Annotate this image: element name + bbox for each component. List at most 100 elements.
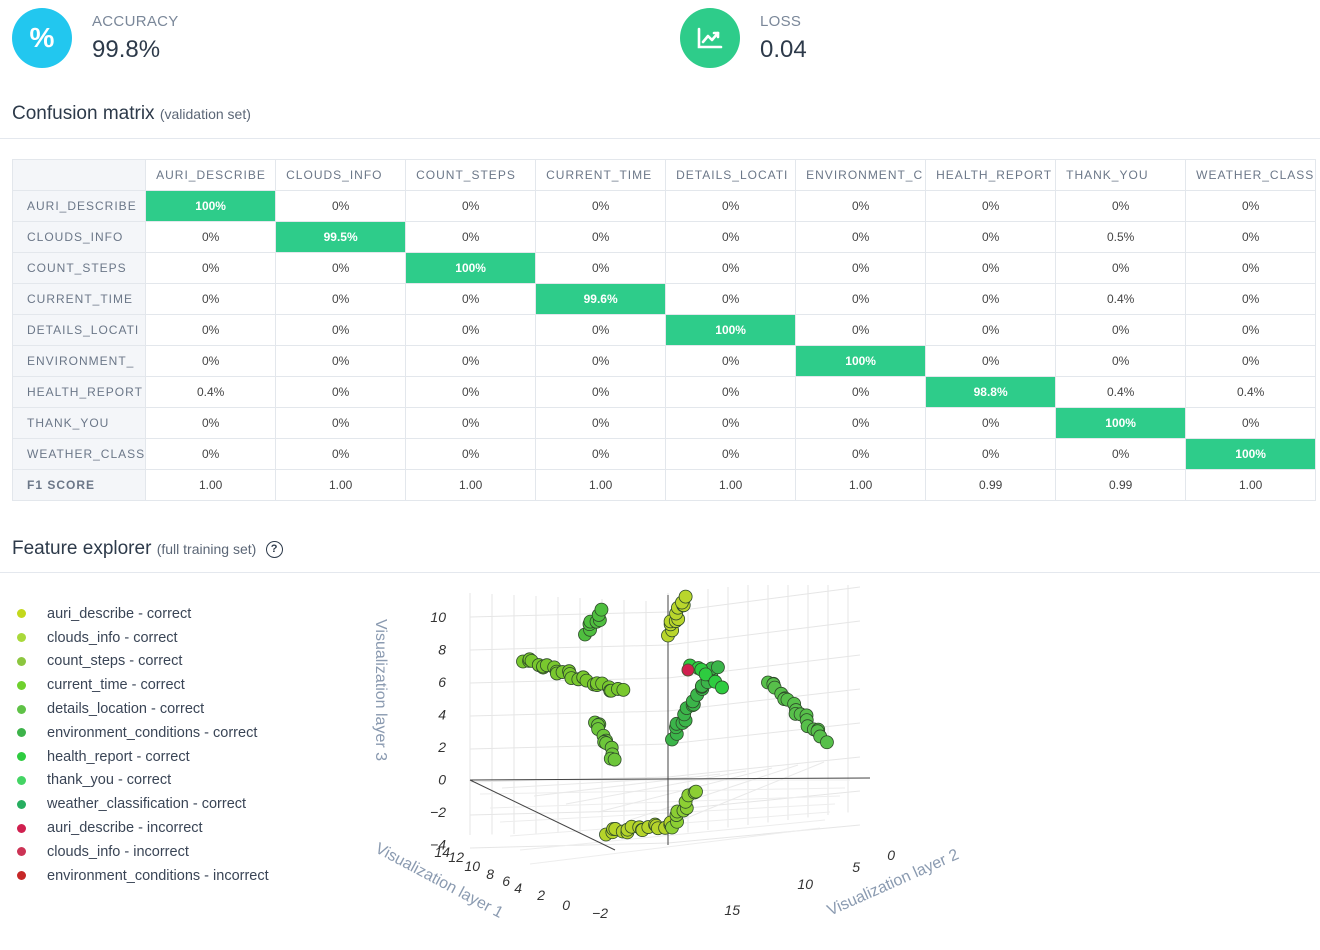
scatter-point: [616, 682, 631, 697]
matrix-cell: 0%: [1185, 221, 1317, 253]
confusion-title: Confusion matrix (validation set): [12, 103, 251, 125]
matrix-cell: 0%: [145, 252, 277, 284]
matrix-cell: 0%: [925, 345, 1057, 377]
matrix-cell: 0.4%: [1185, 376, 1317, 408]
table-row: HEALTH_REPORT 0.4% 0% 0% 0% 0% 0% 98.8% 0.4% 0.4%: [11, 376, 1317, 408]
feature-subtitle: (full training set): [156, 541, 257, 557]
matrix-cell: 0%: [275, 376, 407, 408]
matrix-cell: 0%: [1185, 283, 1317, 315]
confusion-subtitle: (validation set): [159, 106, 251, 122]
legend-item[interactable]: clouds_info - incorrect: [17, 840, 269, 864]
grid-line: [469, 743, 669, 750]
column-header: THANK_YOU: [1055, 159, 1187, 191]
legend-item[interactable]: auri_describe - correct: [17, 602, 269, 626]
f1-cell: 1.00: [405, 469, 537, 501]
legend-label: details_location - correct: [47, 701, 205, 718]
f1-row: F1 SCORE 1.00 1.00 1.00 1.00 1.00 1.00 0.99 0.99…: [11, 469, 1317, 501]
matrix-cell: 0%: [1055, 252, 1187, 284]
matrix-cell: 0%: [275, 345, 407, 377]
matrix-cell: 0%: [925, 438, 1057, 470]
matrix-cell: 0.4%: [145, 376, 277, 408]
grid-line: [629, 764, 799, 821]
legend-item[interactable]: health_report - correct: [17, 745, 269, 769]
grid-line: [469, 710, 669, 717]
grid-line: [667, 586, 861, 613]
legend-item[interactable]: thank_you - correct: [17, 769, 269, 793]
legend-label: thank_you - correct: [47, 772, 172, 789]
legend-label: environment_conditions - correct: [47, 724, 258, 741]
tick-label: −2: [592, 905, 608, 921]
legend-item[interactable]: count_steps - correct: [17, 650, 269, 674]
tick-label: 0: [562, 897, 570, 913]
legend-dot: [17, 823, 26, 833]
legend-label: auri_describe - correct: [47, 605, 192, 622]
diagonal-cell: 98.8%: [925, 376, 1057, 408]
scatter-point-incorrect: [681, 663, 695, 677]
legend-item[interactable]: environment_conditions - correct: [17, 721, 269, 745]
legend-dot: [17, 752, 26, 762]
confusion-matrix-table: AURI_DESCRIBE CLOUDS_INFO COUNT_STEPS CURRE…: [11, 159, 1317, 501]
legend-label: environment_conditions - incorrect: [47, 867, 269, 884]
diagonal-cell: 100%: [665, 314, 797, 346]
tick-label: 8: [438, 642, 446, 658]
matrix-cell: 0%: [1055, 438, 1187, 470]
f1-cell: 1.00: [795, 469, 927, 501]
tick-label: 6: [438, 674, 446, 690]
tick-label: −2: [430, 804, 446, 820]
grid-line: [667, 824, 861, 844]
accuracy-metric: % ACCURACY 99.8%: [12, 8, 179, 68]
diagonal-cell: 100%: [795, 345, 927, 377]
matrix-cell: 0%: [535, 314, 667, 346]
confusion-title-text: Confusion matrix: [12, 103, 155, 124]
matrix-cell: 0%: [405, 376, 537, 408]
row-header: HEALTH_REPORT: [11, 376, 147, 408]
legend-item[interactable]: details_location - correct: [17, 697, 269, 721]
scatter-point: [711, 660, 725, 675]
legend-dot: [17, 633, 26, 643]
percent-icon: %: [12, 8, 72, 68]
scatter-point: [689, 784, 703, 799]
grid-line: [469, 644, 669, 651]
matrix-cell: 0%: [1185, 345, 1317, 377]
matrix-cell: 0%: [145, 314, 277, 346]
diagonal-cell: 100%: [145, 190, 277, 222]
matrix-cell: 0%: [145, 407, 277, 439]
legend-item[interactable]: auri_describe - incorrect: [17, 816, 269, 840]
row-header: COUNT_STEPS: [11, 252, 147, 284]
matrix-cell: 0%: [145, 221, 277, 253]
table-row: DETAILS_LOCATI 0% 0% 0% 0% 100% 0% 0% 0% 0%: [11, 314, 1317, 346]
matrix-cell: 0%: [665, 252, 797, 284]
legend-dot: [17, 871, 26, 881]
row-header: WEATHER_CLASS: [11, 438, 147, 470]
legend-item[interactable]: current_time - correct: [17, 673, 269, 697]
legend-item[interactable]: weather_classification - correct: [17, 792, 269, 816]
matrix-cell: 0%: [405, 314, 537, 346]
diagonal-cell: 100%: [1055, 407, 1187, 439]
tick-label: 15: [724, 902, 740, 918]
matrix-cell: 0%: [925, 252, 1057, 284]
grid-line: [667, 756, 861, 778]
legend-label: health_report - correct: [47, 748, 190, 765]
feature-title: Feature explorer (full training set) ?: [12, 538, 283, 560]
legend-label: clouds_info - incorrect: [47, 843, 189, 860]
matrix-cell: 0%: [925, 190, 1057, 222]
matrix-cell: 0%: [405, 407, 537, 439]
matrix-cell: 0%: [535, 407, 667, 439]
legend-dot: [17, 775, 26, 785]
z-axis-label: Visualization layer 3: [372, 619, 389, 761]
divider: [0, 572, 1320, 573]
tick-label: 0: [887, 847, 895, 863]
matrix-cell: 0%: [405, 221, 537, 253]
legend-item[interactable]: environment_conditions - incorrect: [17, 864, 269, 888]
question-circle-icon[interactable]: ?: [265, 540, 283, 558]
feature-3d-plot[interactable]: 1086420−2−4141210 8 6 4 20 −2051015 Visualiza…: [350, 585, 990, 945]
table-corner: [11, 159, 147, 191]
legend-item[interactable]: clouds_info - correct: [17, 626, 269, 650]
table-row: COUNT_STEPS 0% 0% 100% 0% 0% 0% 0% 0% 0%: [11, 252, 1317, 284]
matrix-cell: 0%: [145, 283, 277, 315]
column-header: ENVIRONMENT_C: [795, 159, 927, 191]
matrix-cell: 0%: [145, 345, 277, 377]
row-header: DETAILS_LOCATI: [11, 314, 147, 346]
legend-dot: [17, 799, 26, 809]
legend-label: weather_classification - correct: [47, 796, 247, 813]
